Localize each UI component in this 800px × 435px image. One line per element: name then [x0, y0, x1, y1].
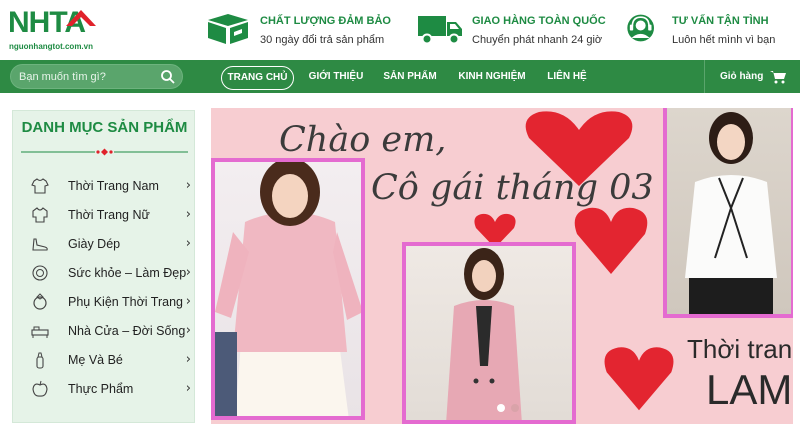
model-photo-white-blouse — [663, 108, 793, 318]
shoe-icon — [32, 238, 48, 251]
feature-title: Giao hàng toàn quốc — [472, 15, 606, 27]
nav-contact[interactable]: Liên hệ — [542, 66, 592, 90]
nav-about[interactable]: Giới thiệu — [304, 66, 368, 90]
banner-tagline-2: LAM — [706, 366, 793, 413]
logo-domain: nguonhangtot.com.vn — [9, 42, 93, 51]
category-item-accessories[interactable]: Phụ Kiện Thời Trang › — [31, 291, 191, 313]
chevron-right-icon: › — [185, 352, 191, 367]
banner-tagline-1: Thời trang — [687, 334, 793, 364]
heart-decoration-icon — [604, 347, 674, 411]
feature-quality: Chất lượng đảm bảo 30 ngày đổi trả sản p… — [204, 10, 394, 50]
feature-title: Chất lượng đảm bảo — [260, 15, 391, 27]
cart-label[interactable]: Giỏ hàng — [720, 66, 763, 88]
chevron-right-icon: › — [185, 323, 191, 338]
category-item-health-beauty[interactable]: Sức khỏe – Làm Đẹp › — [31, 262, 191, 284]
feature-title: Tư vấn tận tình — [672, 15, 769, 27]
heart-decoration-icon — [574, 207, 648, 274]
feature-subtitle: 30 ngày đổi trả sản phẩm — [260, 34, 385, 46]
blouse-icon — [32, 207, 48, 223]
truck-icon — [418, 16, 462, 45]
chevron-right-icon: › — [185, 294, 191, 309]
bed-icon — [31, 326, 49, 338]
search-box[interactable]: Bạn muốn tìm gì? — [10, 64, 183, 89]
cosmetics-icon — [32, 265, 48, 281]
category-item-food[interactable]: Thực Phẩm › — [31, 378, 191, 400]
category-item-women-fashion[interactable]: Thời Trang Nữ › — [31, 204, 191, 226]
nav-home[interactable]: Trang chủ — [221, 66, 294, 90]
product-category-sidebar: Danh mục sản phẩm Thời Trang Nam › Thời … — [12, 110, 195, 423]
feature-shipping: Giao hàng toàn quốc Chuyển phát nhanh 24… — [416, 10, 606, 50]
category-item-shoes[interactable]: Giày Dép › — [31, 233, 191, 255]
site-logo[interactable]: NHTA nguonhangtot.com.vn — [8, 6, 108, 54]
baby-bottle-icon — [36, 352, 44, 369]
logo-roof-icon — [66, 10, 96, 26]
category-item-men-fashion[interactable]: Thời Trang Nam › — [31, 175, 191, 197]
site-header: NHTA nguonhangtot.com.vn Chất lượng đảm … — [0, 0, 800, 60]
slide-dot-active[interactable] — [497, 404, 505, 412]
chevron-right-icon: › — [185, 381, 191, 396]
chevron-right-icon: › — [185, 236, 191, 251]
nav-divider — [704, 60, 705, 93]
feature-subtitle: Chuyển phát nhanh 24 giờ — [472, 34, 603, 46]
feature-subtitle: Luôn hết mình vì bạn — [672, 34, 776, 46]
category-title: Danh mục sản phẩm — [21, 119, 188, 136]
apple-icon — [32, 380, 48, 397]
category-label: Thời Trang Nam — [68, 179, 159, 193]
shirt-icon — [31, 178, 49, 194]
chevron-right-icon: › — [185, 178, 191, 193]
search-input[interactable]: Bạn muốn tìm gì? — [19, 71, 106, 83]
category-item-home-living[interactable]: Nhà Cửa – Đời Sống › — [31, 320, 191, 342]
ornament-divider-icon — [21, 148, 188, 156]
banner-headline-2: Cô gái tháng 03 — [371, 168, 654, 208]
search-icon[interactable] — [160, 69, 176, 85]
hero-banner[interactable]: Chào em, Cô gái tháng 03 Thời tran LAM — [211, 108, 793, 424]
category-label: Sức khỏe – Làm Đẹp — [68, 266, 187, 280]
category-label: Phụ Kiện Thời Trang — [68, 295, 183, 309]
category-label: Thực Phẩm — [68, 382, 134, 396]
chevron-right-icon: › — [185, 207, 191, 222]
slide-dot[interactable] — [511, 404, 519, 412]
category-label: Nhà Cửa – Đời Sống — [68, 324, 186, 338]
box-icon — [208, 14, 248, 44]
model-photo-pink-blouse — [211, 158, 365, 420]
nav-experience[interactable]: Kinh nghiệm — [453, 66, 531, 90]
cart-icon[interactable] — [770, 69, 786, 85]
chevron-right-icon: › — [185, 265, 191, 280]
category-item-mom-baby[interactable]: Mẹ Và Bé › — [31, 349, 191, 371]
category-label: Thời Trang Nữ — [68, 208, 150, 222]
banner-headline-1: Chào em, — [279, 120, 447, 160]
feature-support: Tư vấn tận tình Luôn hết mình vì bạn — [616, 10, 796, 50]
nav-products[interactable]: Sản phẩm — [378, 66, 442, 90]
category-label: Giày Dép — [68, 237, 121, 251]
model-photo-pink-coat — [402, 242, 576, 424]
ring-icon — [33, 293, 47, 310]
support-headset-icon — [627, 14, 654, 42]
category-label: Mẹ Và Bé — [68, 353, 123, 367]
